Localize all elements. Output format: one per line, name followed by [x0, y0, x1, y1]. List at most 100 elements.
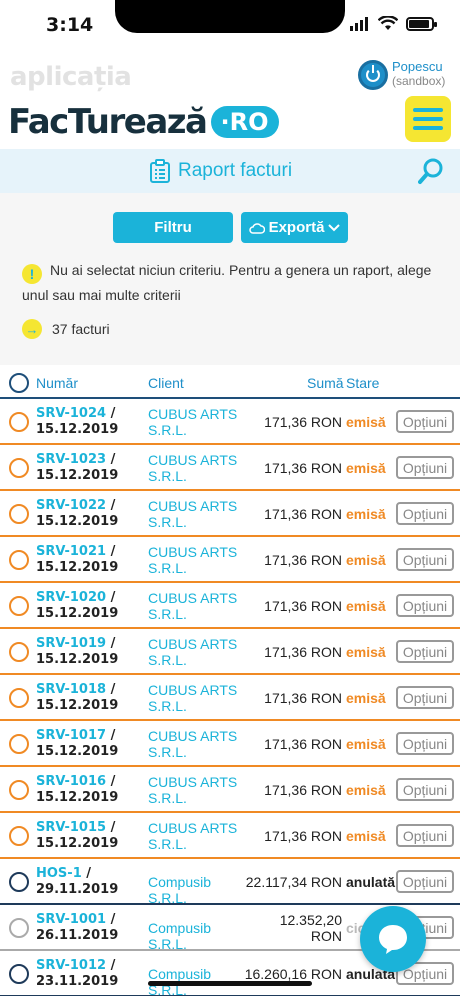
invoice-number[interactable]: SRV-1018 /15.12.2019	[36, 682, 118, 714]
row-checkbox[interactable]	[9, 688, 29, 708]
invoice-number[interactable]: SRV-1012 /23.11.2019	[36, 958, 118, 990]
export-label: Exportă	[268, 219, 325, 236]
invoice-client[interactable]: CUBUS ARTS S.R.L.	[148, 820, 248, 852]
options-button[interactable]: Opțiuni	[396, 870, 454, 893]
chat-button[interactable]	[360, 906, 426, 972]
table-row[interactable]: SRV-1015 /15.12.2019 CUBUS ARTS S.R.L. 1…	[0, 813, 460, 859]
options-button[interactable]: Opțiuni	[396, 824, 454, 847]
invoice-amount: 171,36 RON	[264, 460, 342, 476]
invoice-client[interactable]: Compusib S.R.L.	[148, 920, 248, 952]
info-text: Nu ai selectat niciun criteriu. Pentru a…	[22, 262, 432, 303]
invoice-number[interactable]: SRV-1022 /15.12.2019	[36, 498, 118, 530]
invoice-number[interactable]: SRV-1024 /15.12.2019	[36, 406, 118, 438]
row-checkbox[interactable]	[9, 642, 29, 662]
row-checkbox[interactable]	[9, 550, 29, 570]
row-checkbox[interactable]	[9, 826, 29, 846]
info-message: ! Nu ai selectat niciun criteriu. Pentru …	[22, 259, 442, 306]
invoice-client[interactable]: CUBUS ARTS S.R.L.	[148, 452, 248, 484]
row-checkbox[interactable]	[9, 780, 29, 800]
table-row[interactable]: SRV-1022 /15.12.2019 CUBUS ARTS S.R.L. 1…	[0, 491, 460, 537]
options-button[interactable]: Opțiuni	[396, 732, 454, 755]
options-button[interactable]: Opțiuni	[396, 548, 454, 571]
filter-button[interactable]: Filtru	[113, 212, 233, 243]
row-checkbox[interactable]	[9, 872, 29, 892]
invoice-client[interactable]: Compusib S.R.L.	[148, 874, 248, 906]
invoice-number[interactable]: SRV-1021 /15.12.2019	[36, 544, 118, 576]
select-all-checkbox[interactable]	[9, 373, 29, 393]
invoice-client[interactable]: CUBUS ARTS S.R.L.	[148, 728, 248, 760]
invoice-client[interactable]: CUBUS ARTS S.R.L.	[148, 406, 248, 438]
table-row[interactable]: SRV-1019 /15.12.2019 CUBUS ARTS S.R.L. 1…	[0, 629, 460, 675]
table-row[interactable]: SRV-1023 /15.12.2019 CUBUS ARTS S.R.L. 1…	[0, 445, 460, 491]
invoice-number[interactable]: SRV-1019 /15.12.2019	[36, 636, 118, 668]
invoice-number[interactable]: SRV-1017 /15.12.2019	[36, 728, 118, 760]
table-row[interactable]: SRV-1021 /15.12.2019 CUBUS ARTS S.R.L. 1…	[0, 537, 460, 583]
invoice-amount: 171,36 RON	[264, 690, 342, 706]
home-indicator[interactable]	[148, 981, 312, 986]
invoice-status: emisă	[346, 506, 386, 522]
invoice-client[interactable]: CUBUS ARTS S.R.L.	[148, 774, 248, 806]
chat-bubble-icon	[379, 925, 407, 954]
invoice-number[interactable]: SRV-1016 /15.12.2019	[36, 774, 118, 806]
menu-bar	[413, 126, 443, 130]
options-button[interactable]: Opțiuni	[396, 502, 454, 525]
power-icon[interactable]	[358, 60, 388, 90]
brand-logo[interactable]: FacTurează ·RO	[8, 102, 279, 142]
signal-icon	[350, 16, 368, 31]
invoice-number[interactable]: HOS-1 /29.11.2019	[36, 866, 118, 898]
table-row[interactable]: SRV-1017 /15.12.2019 CUBUS ARTS S.R.L. 1…	[0, 721, 460, 767]
row-checkbox[interactable]	[9, 964, 29, 984]
chevron-down-icon	[328, 223, 341, 231]
options-button[interactable]: Opțiuni	[396, 594, 454, 617]
invoice-status: emisă	[346, 782, 386, 798]
user-name: Popescu	[392, 59, 443, 74]
invoice-status: emisă	[346, 828, 386, 844]
options-button[interactable]: Opțiuni	[396, 640, 454, 663]
invoice-status: emisă	[346, 460, 386, 476]
invoice-status: emisă	[346, 552, 386, 568]
invoice-number[interactable]: SRV-1015 /15.12.2019	[36, 820, 118, 852]
battery-icon	[406, 16, 437, 31]
column-header-client[interactable]: Client	[148, 375, 184, 391]
page-title-text: Raport facturi	[178, 160, 293, 181]
export-button[interactable]: Exportă	[241, 212, 348, 243]
row-checkbox[interactable]	[9, 918, 29, 938]
page-title-bar: Raport facturi	[0, 149, 460, 193]
invoice-client[interactable]: CUBUS ARTS S.R.L.	[148, 544, 248, 576]
invoice-amount: 171,36 RON	[264, 782, 342, 798]
invoice-number[interactable]: SRV-1001 /26.11.2019	[36, 912, 118, 944]
hamburger-menu-button[interactable]	[405, 96, 451, 142]
invoice-client[interactable]: CUBUS ARTS S.R.L.	[148, 636, 248, 668]
table-row[interactable]: SRV-1020 /15.12.2019 CUBUS ARTS S.R.L. 1…	[0, 583, 460, 629]
app-header: aplicația FacTurează ·RO Popescu (sandbo…	[0, 52, 460, 148]
clipboard-icon	[150, 159, 170, 183]
invoice-status: emisă	[346, 644, 386, 660]
search-button[interactable]	[418, 157, 444, 190]
column-header-number[interactable]: Număr	[36, 375, 78, 391]
brand-name: FacTurează	[8, 102, 208, 142]
row-checkbox[interactable]	[9, 734, 29, 754]
invoice-client[interactable]: CUBUS ARTS S.R.L.	[148, 498, 248, 530]
options-button[interactable]: Opțiuni	[396, 686, 454, 709]
invoice-client[interactable]: CUBUS ARTS S.R.L.	[148, 590, 248, 622]
menu-bar	[413, 117, 443, 121]
user-account[interactable]: Popescu (sandbox)	[358, 60, 445, 90]
invoice-status: emisă	[346, 414, 386, 430]
options-button[interactable]: Opțiuni	[396, 410, 454, 433]
row-checkbox[interactable]	[9, 412, 29, 432]
invoice-number[interactable]: SRV-1023 /15.12.2019	[36, 452, 118, 484]
options-button[interactable]: Opțiuni	[396, 778, 454, 801]
table-row[interactable]: SRV-1016 /15.12.2019 CUBUS ARTS S.R.L. 1…	[0, 767, 460, 813]
table-row[interactable]: SRV-1024 /15.12.2019 CUBUS ARTS S.R.L. 1…	[0, 399, 460, 445]
row-checkbox[interactable]	[9, 458, 29, 478]
invoice-client[interactable]: CUBUS ARTS S.R.L.	[148, 682, 248, 714]
row-checkbox[interactable]	[9, 504, 29, 524]
options-button[interactable]: Opțiuni	[396, 456, 454, 479]
column-header-status[interactable]: Stare	[346, 375, 379, 391]
column-header-sum[interactable]: Sumă	[307, 375, 344, 391]
page-title: Raport facturi	[148, 159, 292, 183]
table-row[interactable]: HOS-1 /29.11.2019 Compusib S.R.L. 22.117…	[0, 859, 460, 906]
table-row[interactable]: SRV-1018 /15.12.2019 CUBUS ARTS S.R.L. 1…	[0, 675, 460, 721]
invoice-number[interactable]: SRV-1020 /15.12.2019	[36, 590, 118, 622]
row-checkbox[interactable]	[9, 596, 29, 616]
